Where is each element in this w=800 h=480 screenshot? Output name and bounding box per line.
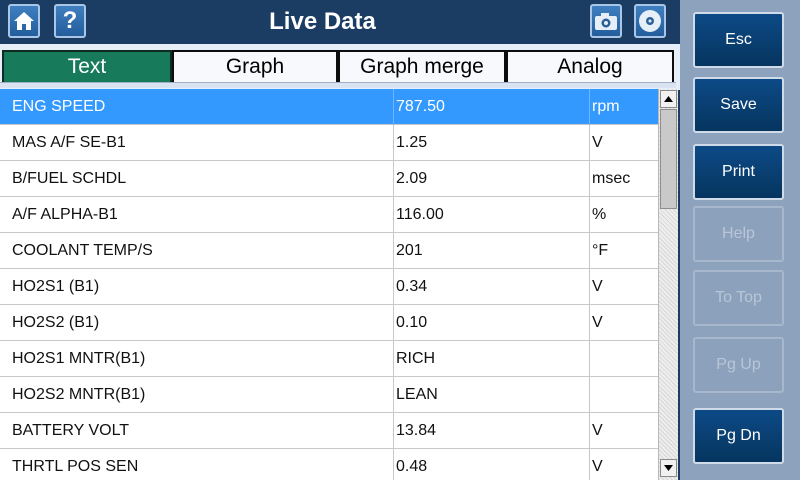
parameter-unit: V — [592, 422, 603, 439]
camera-button[interactable] — [590, 4, 622, 38]
parameter-unit: rpm — [592, 98, 620, 115]
camera-icon — [594, 11, 618, 31]
parameter-value: 0.10 — [396, 314, 428, 331]
parameter-unit — [592, 341, 656, 377]
page-up-button[interactable]: Pg Up — [693, 337, 784, 393]
parameter-unit: V — [592, 134, 603, 151]
table-row[interactable]: MAS A/F SE-B1 1.25 V — [0, 125, 658, 161]
parameter-value: 116.00 — [396, 206, 444, 223]
tab-graph[interactable]: Graph — [172, 50, 338, 82]
parameter-value: 2.09 — [396, 170, 428, 187]
parameter-unit: V — [592, 278, 603, 295]
table-row[interactable]: ENG SPEED 787.50 rpm — [0, 89, 658, 125]
esc-button[interactable]: Esc — [693, 12, 784, 68]
scroll-up-arrow[interactable] — [660, 90, 677, 108]
print-button[interactable]: Print — [693, 144, 784, 200]
disc-button[interactable] — [634, 4, 666, 38]
table-row[interactable]: HO2S2 (B1) 0.10 V — [0, 305, 658, 341]
page-down-button[interactable]: Pg Dn — [693, 408, 784, 464]
parameter-name: HO2S2 MNTR(B1) — [12, 386, 146, 403]
tab-graph-merge[interactable]: Graph merge — [338, 50, 506, 82]
parameter-value: RICH — [396, 350, 436, 367]
parameter-name: HO2S2 (B1) — [12, 314, 100, 331]
parameter-value: 787.50 — [396, 98, 445, 115]
save-button[interactable]: Save — [693, 77, 784, 133]
tab-analog[interactable]: Analog — [506, 50, 674, 82]
parameter-name: ENG SPEED — [12, 98, 106, 115]
parameter-value: 201 — [396, 242, 423, 259]
title-bar: ? Live Data — [0, 0, 680, 44]
tab-underline — [0, 82, 676, 88]
parameter-value: LEAN — [396, 386, 438, 403]
parameter-unit: msec — [592, 170, 631, 187]
parameter-name: A/F ALPHA-B1 — [12, 206, 118, 223]
parameter-name: COOLANT TEMP/S — [12, 242, 153, 259]
parameter-value: 0.48 — [396, 458, 428, 475]
parameter-name: THRTL POS SEN — [12, 458, 139, 475]
parameter-value: 1.25 — [396, 134, 428, 151]
scroll-thumb[interactable] — [660, 109, 677, 209]
parameter-unit: % — [592, 206, 607, 223]
parameter-unit: °F — [592, 242, 609, 259]
scroll-down-arrow[interactable] — [660, 459, 677, 477]
parameter-value: 0.34 — [396, 278, 428, 295]
table-row[interactable]: COOLANT TEMP/S 201 °F — [0, 233, 658, 269]
tab-text[interactable]: Text — [2, 50, 172, 82]
table-row[interactable]: A/F ALPHA-B1 116.00 % — [0, 197, 658, 233]
vertical-scrollbar[interactable] — [658, 89, 678, 480]
parameter-value: 13.84 — [396, 422, 437, 439]
table-row[interactable]: THRTL POS SEN 0.48 V — [0, 449, 658, 480]
parameter-unit — [592, 377, 656, 413]
page-title: Live Data — [269, 8, 376, 35]
table-row[interactable]: B/FUEL SCHDL 2.09 msec — [0, 161, 658, 197]
table-row[interactable]: BATTERY VOLT 13.84 V — [0, 413, 658, 449]
live-data-table: ENG SPEED 787.50 rpm MAS A/F SE-B1 1.25 … — [0, 89, 658, 480]
parameter-name: B/FUEL SCHDL — [12, 170, 127, 187]
to-top-button[interactable]: To Top — [693, 270, 784, 326]
main-panel: ? Live Data Text Graph Graph merge Analo… — [0, 0, 680, 480]
parameter-unit: V — [592, 458, 603, 475]
table-row[interactable]: HO2S2 MNTR(B1) LEAN — [0, 377, 658, 413]
help-side-button[interactable]: Help — [693, 206, 784, 262]
parameter-name: BATTERY VOLT — [12, 422, 130, 439]
table-row[interactable]: HO2S1 MNTR(B1) RICH — [0, 341, 658, 377]
live-data-screen: ? Live Data Text Graph Graph merge Analo… — [0, 0, 800, 480]
table-row[interactable]: HO2S1 (B1) 0.34 V — [0, 269, 658, 305]
parameter-name: MAS A/F SE-B1 — [12, 134, 126, 151]
parameter-name: HO2S1 MNTR(B1) — [12, 350, 146, 367]
parameter-unit: V — [592, 314, 603, 331]
parameter-name: HO2S1 (B1) — [12, 278, 100, 295]
action-sidebar: Esc Save Print Help To Top Pg Up Pg Dn — [680, 0, 800, 480]
disc-icon — [638, 9, 662, 33]
